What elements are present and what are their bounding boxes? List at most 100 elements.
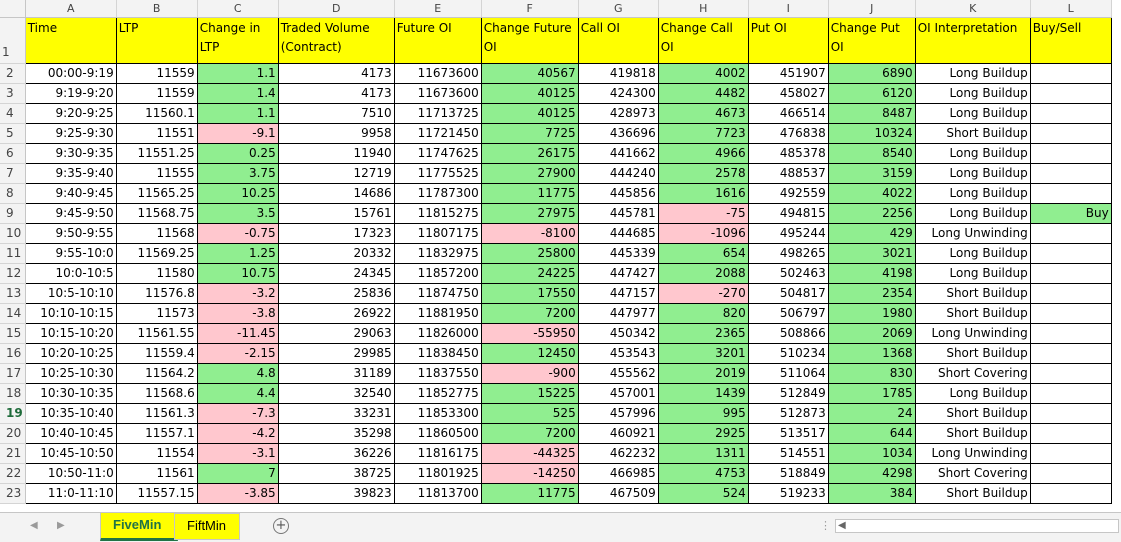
cell-cpoi[interactable]: 8540 [827,142,916,164]
cell-chg[interactable]: -0.75 [196,222,279,244]
row-number[interactable]: 11 [0,243,26,264]
cell-time[interactable]: 10:35-10:40 [24,402,117,424]
cell-chg[interactable]: -2.15 [196,342,279,364]
cell-poi[interactable]: 513517 [747,422,829,444]
cell-interp[interactable]: Short Buildup [914,342,1031,364]
cell-poi[interactable]: 519233 [747,482,829,504]
cell-poi[interactable]: 485378 [747,142,829,164]
row-number[interactable]: 4 [0,103,26,124]
cell-ccoi[interactable]: 1311 [657,442,749,464]
cell-ltp[interactable]: 11554 [115,442,198,464]
cell-foi[interactable]: 11874750 [393,282,482,304]
cell-cfoi[interactable]: 24225 [480,262,579,284]
cell-ltp[interactable]: 11564.2 [115,362,198,384]
cell-ccoi[interactable]: 4482 [657,82,749,104]
cell-coi[interactable]: 462232 [577,442,659,464]
cell-vol[interactable]: 33231 [277,402,395,424]
column-header-e[interactable]: E [394,0,482,18]
header-cell[interactable]: Change Put OI [827,16,916,64]
row-number[interactable]: 15 [0,323,26,344]
cell-foi[interactable]: 11801925 [393,462,482,484]
cell-poi[interactable]: 510234 [747,342,829,364]
cell-chg[interactable]: 10.25 [196,182,279,204]
cell-ltp[interactable]: 11557.1 [115,422,198,444]
row-number[interactable]: 3 [0,83,26,104]
cell-ccoi[interactable]: 1616 [657,182,749,204]
column-header-f[interactable]: F [481,0,579,18]
cell-foi[interactable]: 11852775 [393,382,482,404]
header-cell[interactable]: Change in LTP [196,16,279,64]
header-cell[interactable]: Buy/Sell [1029,16,1112,64]
cell-cfoi[interactable]: 7200 [480,422,579,444]
cell-time[interactable]: 10:5-10:10 [24,282,117,304]
cell-cfoi[interactable]: 40567 [480,62,579,84]
cell-bs[interactable] [1029,382,1112,404]
cell-time[interactable]: 10:15-10:20 [24,322,117,344]
cell-coi[interactable]: 441662 [577,142,659,164]
cell-coi[interactable]: 419818 [577,62,659,84]
cell-bs[interactable] [1029,282,1112,304]
cell-bs[interactable] [1029,242,1112,264]
cell-vol[interactable]: 7510 [277,102,395,124]
row-number[interactable]: 22 [0,463,26,484]
cell-interp[interactable]: Long Buildup [914,182,1031,204]
row-number[interactable]: 6 [0,143,26,164]
cell-interp[interactable]: Long Unwinding [914,322,1031,344]
cell-bs[interactable] [1029,462,1112,484]
cell-foi[interactable]: 11721450 [393,122,482,144]
cell-coi[interactable]: 455562 [577,362,659,384]
cell-chg[interactable]: 0.25 [196,142,279,164]
cell-bs[interactable] [1029,82,1112,104]
header-cell[interactable]: Traded Volume (Contract) [277,16,395,64]
cell-poi[interactable]: 488537 [747,162,829,184]
cell-ccoi[interactable]: -270 [657,282,749,304]
cell-time[interactable]: 9:40-9:45 [24,182,117,204]
cell-ltp[interactable]: 11559 [115,82,198,104]
cell-cfoi[interactable]: -44325 [480,442,579,464]
cell-ltp[interactable]: 11561.3 [115,402,198,424]
cell-foi[interactable]: 11813700 [393,482,482,504]
cell-cpoi[interactable]: 24 [827,402,916,424]
cell-vol[interactable]: 24345 [277,262,395,284]
cell-vol[interactable]: 20332 [277,242,395,264]
cell-cfoi[interactable]: 27975 [480,202,579,224]
cell-poi[interactable]: 512849 [747,382,829,404]
cell-chg[interactable]: 1.25 [196,242,279,264]
cell-interp[interactable]: Short Buildup [914,402,1031,424]
cell-interp[interactable]: Short Buildup [914,302,1031,324]
select-all-corner[interactable] [0,0,26,18]
row-number[interactable]: 13 [0,283,26,304]
cell-interp[interactable]: Long Buildup [914,202,1031,224]
header-cell[interactable]: Change Future OI [480,16,579,64]
cell-bs[interactable] [1029,442,1112,464]
cell-ltp[interactable]: 11568.75 [115,202,198,224]
cell-time[interactable]: 9:25-9:30 [24,122,117,144]
cell-cfoi[interactable]: 525 [480,402,579,424]
cell-poi[interactable]: 494815 [747,202,829,224]
cell-cfoi[interactable]: 12450 [480,342,579,364]
column-header-l[interactable]: L [1030,0,1112,18]
cell-poi[interactable]: 504817 [747,282,829,304]
cell-ccoi[interactable]: 524 [657,482,749,504]
cell-time[interactable]: 00:00-9:19 [24,62,117,84]
cell-interp[interactable]: Long Buildup [914,82,1031,104]
cell-chg[interactable]: 4.4 [196,382,279,404]
cell-ccoi[interactable]: 1439 [657,382,749,404]
cell-chg[interactable]: 1.1 [196,62,279,84]
cell-time[interactable]: 9:55-10:0 [24,242,117,264]
row-number[interactable]: 18 [0,383,26,404]
cell-vol[interactable]: 29985 [277,342,395,364]
cell-chg[interactable]: -9.1 [196,122,279,144]
cell-ltp[interactable]: 11551 [115,122,198,144]
cell-ccoi[interactable]: 7723 [657,122,749,144]
cell-coi[interactable]: 444685 [577,222,659,244]
splitter-handle-icon[interactable]: ⋮ [820,519,831,532]
tab-fivemin[interactable]: FiveMin [100,513,178,541]
cell-bs[interactable] [1029,262,1112,284]
cell-coi[interactable]: 457001 [577,382,659,404]
cell-foi[interactable]: 11860500 [393,422,482,444]
cell-vol[interactable]: 25836 [277,282,395,304]
cell-chg[interactable]: 1.1 [196,102,279,124]
header-cell[interactable]: Put OI [747,16,829,64]
cell-coi[interactable]: 453543 [577,342,659,364]
